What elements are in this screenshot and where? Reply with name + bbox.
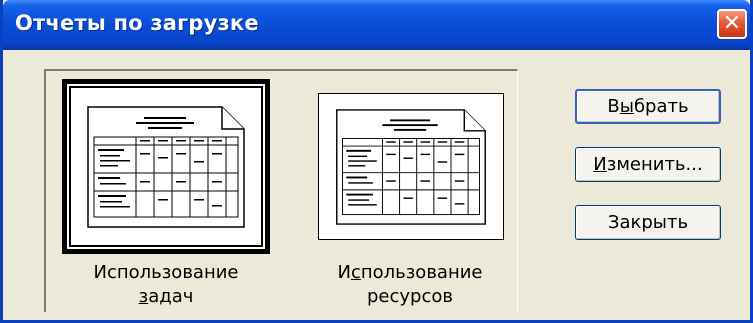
- reports-panel: Использование задач Использование ресурс…: [44, 69, 518, 312]
- report-task-usage[interactable]: Использование задач: [62, 79, 270, 309]
- close-icon: ✕: [722, 11, 742, 36]
- report-label: Использование задач: [93, 262, 239, 307]
- report-document-icon: [336, 109, 486, 225]
- edit-button[interactable]: Изменить...: [575, 147, 721, 182]
- report-resource-usage[interactable]: Использование ресурсов: [316, 93, 504, 313]
- report-document-icon: [87, 106, 245, 228]
- close-button[interactable]: Закрыть: [575, 205, 721, 240]
- report-thumbnail-frame: [62, 79, 270, 254]
- report-thumbnail-frame: [318, 93, 504, 240]
- dialog-title: Отчеты по загрузке: [15, 11, 259, 35]
- title-bar[interactable]: Отчеты по загрузке ✕: [3, 0, 750, 50]
- close-window-button[interactable]: ✕: [717, 9, 747, 39]
- report-label: Использование ресурсов: [337, 262, 483, 307]
- dialog-window: Отчеты по загрузке ✕ Использование задач…: [0, 0, 753, 323]
- select-button[interactable]: Вы брать: [575, 89, 721, 124]
